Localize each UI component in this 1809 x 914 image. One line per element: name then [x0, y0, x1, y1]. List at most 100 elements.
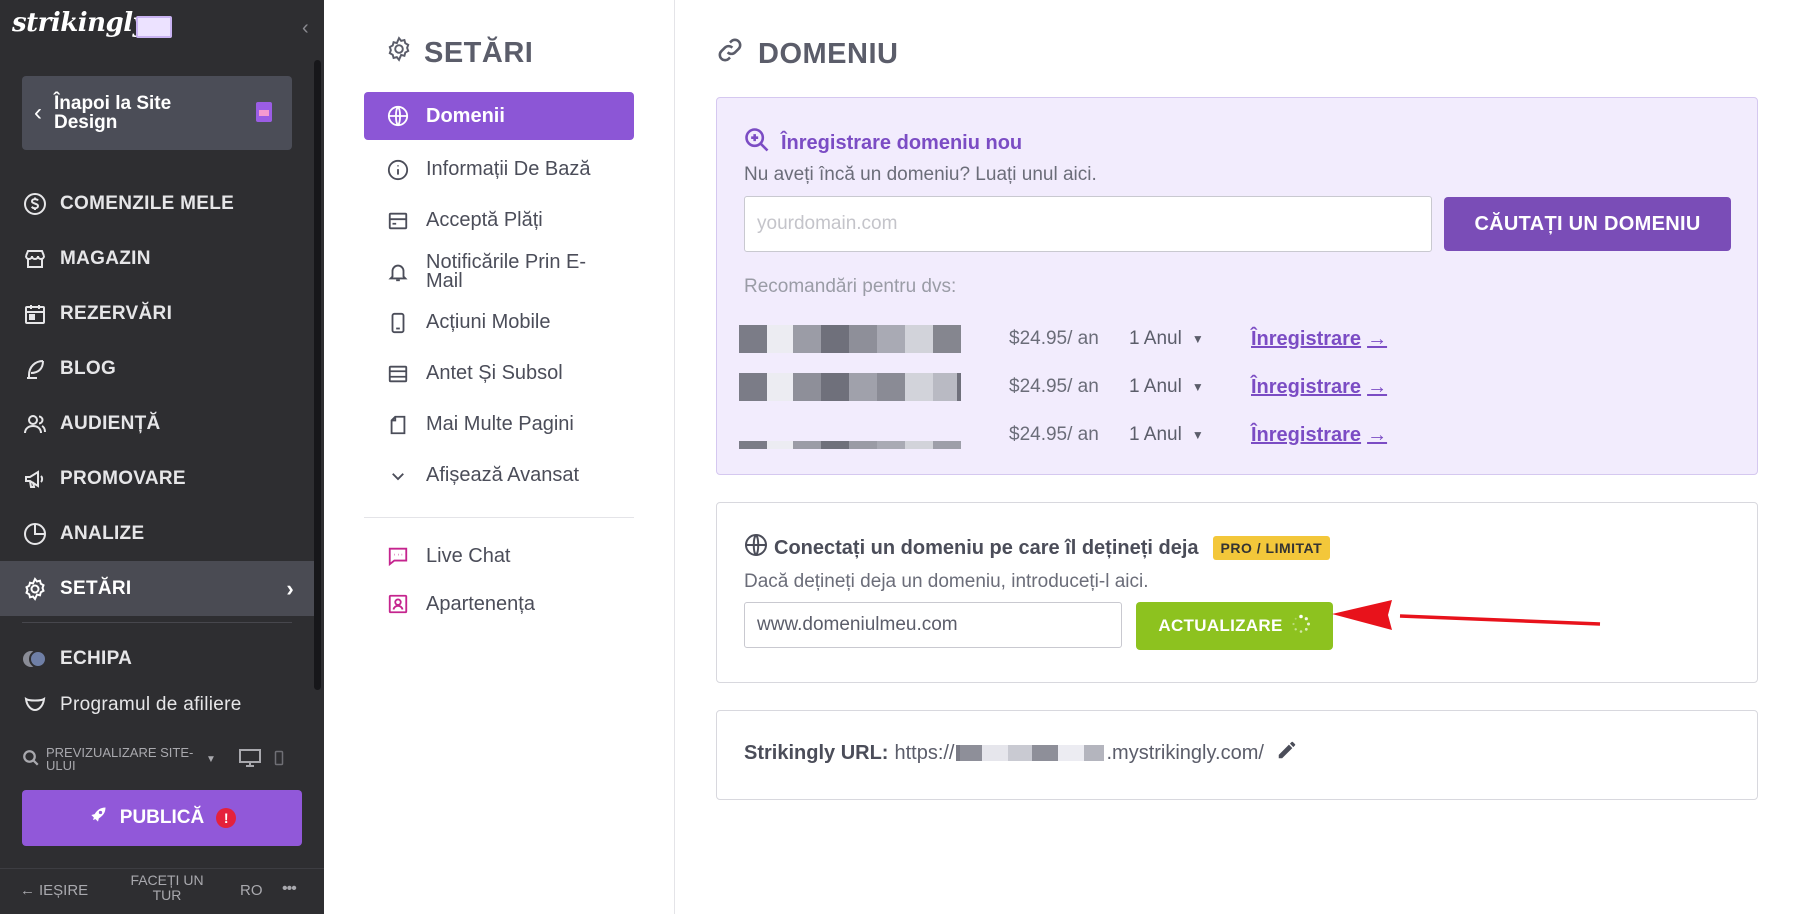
- settings-item-label: Mai Multe Pagini: [426, 413, 574, 435]
- sidebar-item-audience[interactable]: AUDIENȚĂ: [0, 396, 314, 451]
- exit-label: IEȘIRE: [39, 882, 89, 899]
- sidebar-item-team[interactable]: ECHIPA: [0, 631, 314, 686]
- register-link-label: Înregistrare: [1251, 327, 1362, 350]
- domain-search-input[interactable]: [744, 196, 1432, 252]
- update-domain-button[interactable]: ACTUALIZARE: [1136, 602, 1333, 650]
- sidebar-item-orders[interactable]: COMENZILE MELE: [0, 176, 314, 231]
- search-domain-button[interactable]: CĂUTAȚI UN DOMENIU: [1444, 197, 1731, 251]
- settings-item-show-advanced[interactable]: Afișează Avansat: [364, 450, 634, 501]
- language-selector[interactable]: RO: [240, 882, 263, 899]
- blurred-subdomain: [956, 745, 1105, 761]
- blurred-domain-name: [739, 325, 967, 353]
- sidebar-item-label: PROMOVARE: [60, 467, 186, 489]
- settings-item-more-pages[interactable]: Mai Multe Pagini: [364, 399, 634, 450]
- custom-domain-input[interactable]: [744, 602, 1122, 648]
- feather-icon: [22, 356, 48, 382]
- register-domain-heading: Înregistrare domeniu nou: [743, 126, 1022, 160]
- settings-item-label: Domenii: [426, 104, 505, 127]
- term-value: 1 Anul: [1129, 424, 1182, 445]
- recommendation-row: $24.95/ an 1 Anul ▼ Înregistrare →: [739, 372, 1387, 402]
- term-dropdown[interactable]: 1 Anul ▼: [1129, 376, 1204, 398]
- calendar-icon: [22, 301, 48, 327]
- users-icon: [22, 411, 48, 437]
- settings-item-header-footer[interactable]: Antet Și Subsol: [364, 348, 634, 399]
- strikingly-logo[interactable]: strikingly: [12, 8, 148, 38]
- settings-item-label: Antet Și Subsol: [426, 362, 563, 384]
- settings-item-payments[interactable]: Acceptă Plăți: [364, 195, 634, 246]
- preview-label: PREVIZUALIZARE SITE-ULUI: [46, 745, 194, 773]
- team-avatars-icon: [22, 646, 48, 672]
- register-link[interactable]: Înregistrare →: [1251, 376, 1387, 399]
- mask-icon: [22, 690, 48, 716]
- info-icon: [386, 159, 410, 181]
- search-icon: [22, 749, 40, 769]
- connect-domain-title: Conectați un domeniu pe care îl dețineți…: [774, 536, 1199, 559]
- edit-pencil-icon[interactable]: [1276, 739, 1298, 767]
- left-sidebar: strikingly ‹ ‹ Înapoi la Site Design COM…: [0, 0, 324, 914]
- connect-domain-subtitle: Dacă dețineți deja un domeniu, introduce…: [744, 571, 1149, 592]
- url-prefix: https://: [894, 741, 955, 764]
- chevron-right-icon: ›: [286, 575, 294, 601]
- search-plus-icon: [743, 126, 771, 160]
- collapse-sidebar-icon[interactable]: ‹: [302, 16, 316, 40]
- settings-item-live-chat[interactable]: Live Chat: [364, 532, 634, 580]
- site-preview-control[interactable]: PREVIZUALIZARE SITE-ULUI ▼: [22, 744, 302, 774]
- url-suffix: .mystrikingly.com/: [1106, 741, 1264, 764]
- settings-item-label: Acceptă Plăți: [426, 209, 543, 231]
- sidebar-item-settings[interactable]: SETĂRI ›: [0, 561, 314, 616]
- publish-button[interactable]: PUBLICĂ !: [22, 790, 302, 846]
- sidebar-item-label: SETĂRI: [60, 577, 132, 599]
- sidebar-item-label: ANALIZE: [60, 522, 145, 544]
- arrow-right-icon: →: [1367, 375, 1388, 398]
- back-to-site-design-button[interactable]: ‹ Înapoi la Site Design: [22, 76, 292, 150]
- chevron-down-icon: [386, 467, 410, 485]
- term-value: 1 Anul: [1129, 376, 1182, 397]
- more-options-icon[interactable]: •••: [282, 880, 297, 898]
- mobile-preview-icon[interactable]: [274, 750, 284, 768]
- register-link[interactable]: Înregistrare →: [1251, 424, 1387, 447]
- domain-settings-main: DOMENIU Înregistrare domeniu nou Nu aveț…: [716, 0, 1758, 914]
- sidebar-item-label: Programul de afiliere: [60, 694, 242, 715]
- term-dropdown[interactable]: 1 Anul ▼: [1129, 328, 1204, 350]
- arrow-right-icon: →: [1367, 423, 1388, 446]
- sidebar-scrollbar[interactable]: [314, 60, 321, 690]
- settings-item-label: Afișează Avansat: [426, 464, 580, 486]
- page-title-label: DOMENIU: [758, 37, 899, 70]
- sidebar-item-bookings[interactable]: REZERVĂRI: [0, 286, 314, 341]
- settings-item-basic-info[interactable]: Informații De Bază: [364, 144, 634, 195]
- settings-item-label: Informații De Bază: [426, 158, 591, 180]
- settings-item-label: Acțiuni Mobile: [426, 311, 551, 333]
- term-dropdown[interactable]: 1 Anul ▼: [1129, 424, 1204, 446]
- globe-icon: [744, 533, 768, 563]
- register-link-label: Înregistrare: [1251, 423, 1362, 446]
- gear-icon: [386, 36, 412, 70]
- sidebar-item-promotion[interactable]: PROMOVARE: [0, 451, 314, 506]
- connect-domain-heading: Conectați un domeniu pe care îl dețineți…: [744, 533, 1331, 563]
- caret-down-icon[interactable]: ▼: [206, 753, 216, 766]
- exit-button[interactable]: ← IEȘIRE: [20, 882, 88, 899]
- strikingly-url-label: Strikingly URL:: [744, 741, 889, 764]
- recommendation-row: $24.95/ an 1 Anul ▼ Înregistrare →: [739, 324, 1387, 354]
- settings-item-membership[interactable]: Apartenența: [364, 580, 634, 628]
- register-link[interactable]: Înregistrare →: [1251, 328, 1387, 351]
- loading-spinner-icon: [1291, 614, 1311, 639]
- desktop-icon[interactable]: [238, 748, 262, 770]
- page-title: DOMENIU: [716, 36, 898, 72]
- settings-item-mobile-actions[interactable]: Acțiuni Mobile: [364, 297, 634, 348]
- update-button-label: ACTUALIZARE: [1158, 616, 1283, 635]
- recommendation-price: $24.95/ an: [1009, 424, 1099, 445]
- take-tour-button[interactable]: FACEȚI UN TUR: [122, 873, 212, 903]
- settings-item-label: Notificările Prin E-Mail: [426, 250, 587, 292]
- sidebar-item-affiliate[interactable]: Programul de afiliere: [0, 686, 314, 716]
- pro-limited-badge: PRO / LIMITAT: [1212, 536, 1331, 560]
- sidebar-item-store[interactable]: MAGAZIN: [0, 231, 314, 286]
- bell-icon: [386, 261, 410, 283]
- register-domain-title: Înregistrare domeniu nou: [781, 131, 1023, 154]
- settings-item-domains[interactable]: Domenii: [364, 92, 634, 140]
- sidebar-item-analytics[interactable]: ANALIZE: [0, 506, 314, 561]
- arrow-right-icon: →: [1367, 327, 1388, 350]
- settings-item-email-notifications[interactable]: Notificările Prin E-Mail: [364, 246, 634, 297]
- sidebar-item-blog[interactable]: BLOG: [0, 341, 314, 396]
- sidebar-footer: ← IEȘIRE FACEȚI UN TUR RO •••: [0, 868, 324, 914]
- caret-down-icon: ▼: [1191, 428, 1204, 442]
